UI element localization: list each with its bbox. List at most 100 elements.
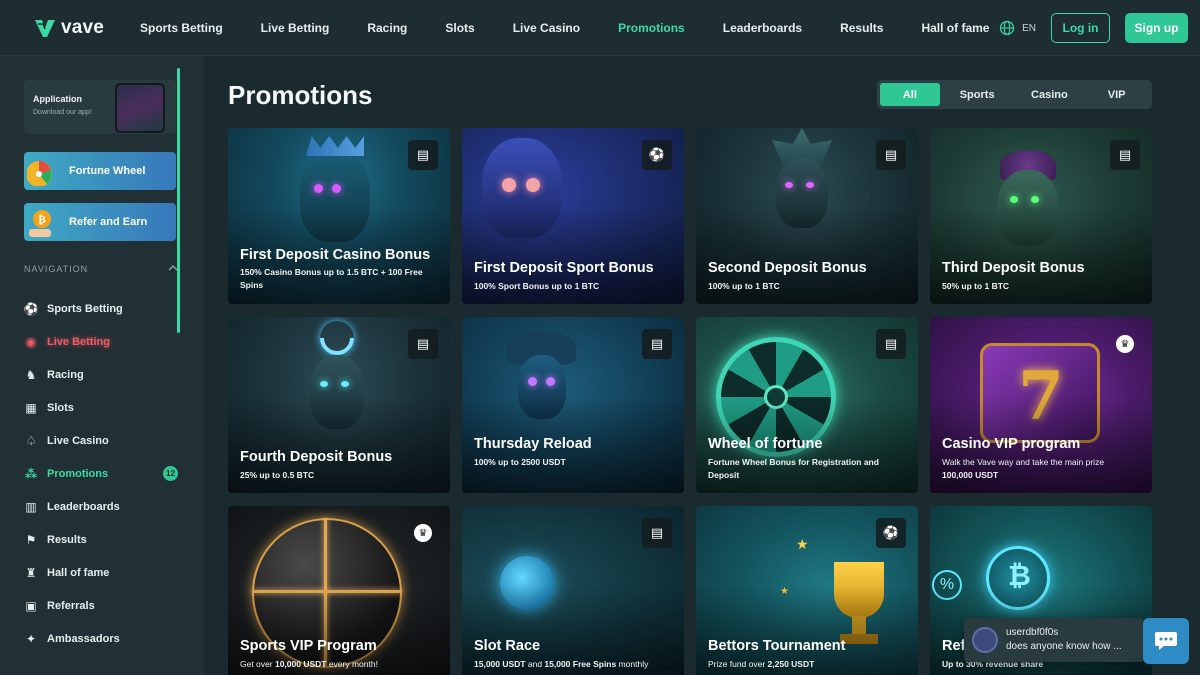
app-download-card[interactable]: Application Download our app! [24,80,176,134]
flag-icon: ⚑ [25,532,37,547]
navigation-heading[interactable]: NAVIGATION [24,264,178,274]
chat-button[interactable] [1143,618,1189,664]
subtitle-amount: 2,250 USDT [767,659,815,669]
card-title: Slot Race [474,638,541,654]
nav-live-betting[interactable]: Live Betting [261,21,330,35]
promotions-count-badge: 12 [163,466,178,481]
avatar [972,627,998,653]
horse-icon: ♞ [25,367,37,382]
slot-icon: ▤ [876,140,906,170]
soccer-ball-icon: ⚽ [642,140,672,170]
chat-notification[interactable]: userdbf0f0s does anyone know how ... [964,618,1144,662]
card-subtitle: Prize fund over 2,250 USDT [708,658,908,671]
trophy-person-icon: ♜ [25,565,37,580]
filter-tab-sports[interactable]: Sports [940,83,1015,106]
slot-icon: ▤ [642,329,672,359]
card-title: Casino VIP program [942,436,1081,452]
slot-icon: ▤ [408,140,438,170]
sidebar-item-sports-betting[interactable]: ⚽ Sports Betting [24,292,178,325]
promo-card-slot-race[interactable]: ▤ Slot Race 15,000 USDT and 15,000 Free … [462,506,684,675]
fortune-wheel-icon [24,152,60,190]
slot-machine-icon: ▦ [25,400,37,415]
sidebar-item-live-betting[interactable]: ◉ Live Betting [24,325,178,358]
card-subtitle: Walk the Vave way and take the main priz… [942,457,1105,467]
nav-hall-of-fame[interactable]: Hall of fame [921,21,989,35]
cards-icon: ♤ [25,433,37,448]
nav-promotions[interactable]: Promotions [618,21,685,35]
promo-card-wheel-of-fortune[interactable]: ▤ Wheel of fortune Fortune Wheel Bonus f… [696,317,918,493]
login-button[interactable]: Log in [1051,13,1110,43]
leaderboard-icon: ▥ [25,499,37,514]
sidebar-item-label: Ambassadors [47,632,120,645]
card-subtitle: 25% up to 0.5 BTC [240,470,315,480]
promo-card-first-deposit-sport[interactable]: ⚽ First Deposit Sport Bonus 100% Sport B… [462,128,684,304]
globe-icon [999,20,1015,36]
promo-card-fourth-deposit[interactable]: ▤ Fourth Deposit Bonus 25% up to 0.5 BTC [228,317,450,493]
subtitle-amount: 10,000 USDT [274,659,327,669]
language-selector[interactable]: EN [999,20,1036,36]
card-subtitle: Fortune Wheel Bonus for Registration and… [708,457,879,480]
chat-username: userdbf0f0s [1006,627,1059,638]
card-subtitle: 15,000 USDT and 15,000 Free Spins monthl… [474,658,674,671]
coin-icon: ₿ [24,203,60,241]
soccer-ball-icon: ⚽ [23,301,39,316]
card-prize: 100,000 USDT [942,470,999,480]
chat-bubble-icon [1155,632,1177,650]
promo-card-bettors-tournament[interactable]: ★ ★ ⚽ Bettors Tournament Prize fund over… [696,506,918,675]
card-subtitle: 100% up to 1 BTC [708,281,780,291]
sidebar-item-promotions[interactable]: ⁂ Promotions 12 [24,457,178,490]
nav-results[interactable]: Results [840,21,883,35]
sidebar-item-slots[interactable]: ▦ Slots [24,391,178,424]
language-label: EN [1022,22,1036,34]
filter-tab-vip[interactable]: VIP [1084,83,1149,106]
sidebar-item-label: Slots [47,401,74,414]
nav-racing[interactable]: Racing [367,21,407,35]
promo-card-third-deposit[interactable]: ▤ Third Deposit Bonus 50% up to 1 BTC [930,128,1152,304]
card-subtitle: 150% Casino Bonus up to 1.5 BTC + 100 Fr… [240,267,423,290]
sidebar-item-leaderboards[interactable]: ▥ Leaderboards [24,490,178,523]
promo-card-casino-vip[interactable]: 7 ♛ Casino VIP program Walk the Vave way… [930,317,1152,493]
refer-earn-label: Refer and Earn [69,216,148,228]
refer-earn-button[interactable]: ₿ Refer and Earn [24,203,176,241]
top-navbar: vave Sports Betting Live Betting Racing … [0,0,1200,56]
promo-card-thursday-reload[interactable]: ▤ Thursday Reload 100% up to 2500 USDT [462,317,684,493]
sidebar-item-live-casino[interactable]: ♤ Live Casino [24,424,178,457]
signup-button[interactable]: Sign up [1125,13,1188,43]
sidebar-item-racing[interactable]: ♞ Racing [24,358,178,391]
slot-icon: ▤ [876,329,906,359]
promo-card-second-deposit[interactable]: ▤ Second Deposit Bonus 100% up to 1 BTC [696,128,918,304]
slot-icon: ▤ [642,518,672,548]
vave-logo[interactable]: vave [34,17,124,39]
card-title: Second Deposit Bonus [708,260,867,276]
filter-tab-all[interactable]: All [880,83,940,106]
app-card-title: Application [33,94,82,104]
nav-sports-betting[interactable]: Sports Betting [140,21,223,35]
promo-card-first-deposit-casino[interactable]: ▤ First Deposit Casino Bonus 150% Casino… [228,128,450,304]
page-title: Promotions [228,80,373,110]
nav-slots[interactable]: Slots [445,21,474,35]
subtitle-suffix: every month! [326,659,378,669]
sidebar-item-hall-of-fame[interactable]: ♜ Hall of fame [24,556,178,589]
sidebar-item-ambassadors[interactable]: ✦ Ambassadors [24,622,178,655]
card-subtitle: Get over 10,000 USDT every month! [240,658,440,671]
brand-name: vave [61,16,105,38]
promo-card-sports-vip[interactable]: ♛ Sports VIP Program Get over 10,000 USD… [228,506,450,675]
fortune-wheel-button[interactable]: Fortune Wheel [24,152,176,190]
subtitle-prefix: Prize fund over [708,659,768,669]
promo-icon: ⁂ [24,466,38,481]
card-title: Wheel of fortune [708,436,823,452]
subtitle-amount: 15,000 USDT [474,659,526,669]
subtitle-prefix: Get over [240,659,275,669]
sidebar-item-results[interactable]: ⚑ Results [24,523,178,556]
filter-tab-casino[interactable]: Casino [1015,83,1085,106]
sidebar-item-referrals[interactable]: ▣ Referrals [24,589,178,622]
card-subtitle: 100% Sport Bonus up to 1 BTC [474,281,600,291]
sidebar-item-label: Sports Betting [47,302,123,315]
nav-live-casino[interactable]: Live Casino [513,21,580,35]
sidebar-item-label: Leaderboards [47,500,120,513]
chat-message: does anyone know how ... [1006,641,1122,652]
subtitle-mid: and [525,659,545,669]
nav-leaderboards[interactable]: Leaderboards [723,21,802,35]
handshake-icon: ✦ [25,631,37,646]
sidebar-nav-list: ⚽ Sports Betting ◉ Live Betting ♞ Racing… [24,292,178,655]
